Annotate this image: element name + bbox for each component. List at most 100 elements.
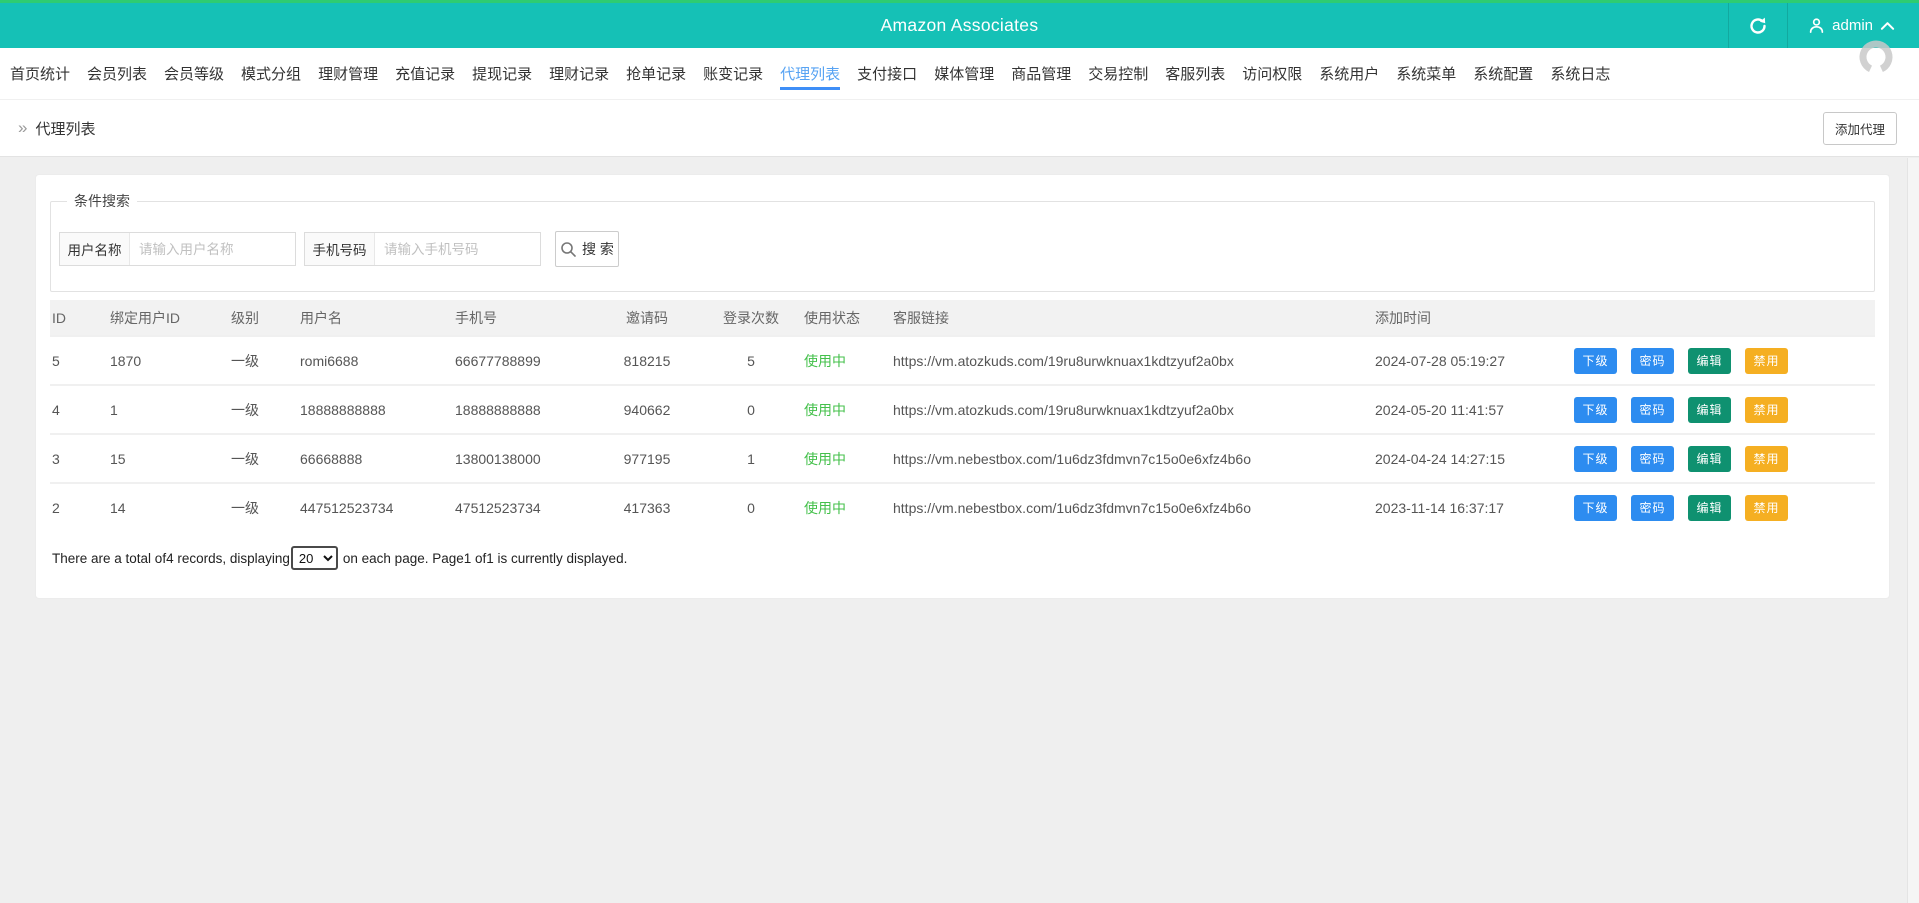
phone-input-group: 手机号码 bbox=[304, 232, 541, 266]
column-header-2: 绑定用户ID bbox=[110, 309, 180, 326]
cell-phone: 13800138000 bbox=[455, 450, 541, 467]
nav-item-7[interactable]: 提现记录 bbox=[472, 57, 532, 90]
nav-item-20[interactable]: 系统配置 bbox=[1473, 57, 1533, 90]
cell-actions: 下级 密码 编辑 禁用 bbox=[1558, 385, 1875, 434]
disable-button[interactable]: 禁用 bbox=[1745, 396, 1788, 423]
password-button[interactable]: 密码 bbox=[1631, 396, 1674, 423]
column-header-4: 用户名 bbox=[300, 309, 342, 326]
cell-bind-user-id: 14 bbox=[110, 500, 126, 516]
page-size-select[interactable]: 20 bbox=[290, 546, 338, 570]
cell-phone: 18888888888 bbox=[455, 401, 541, 418]
edit-button[interactable]: 编辑 bbox=[1688, 396, 1731, 423]
breadcrumb-icon: » bbox=[18, 118, 28, 137]
password-button[interactable]: 密码 bbox=[1631, 495, 1674, 521]
edit-button[interactable]: 编辑 bbox=[1688, 445, 1731, 472]
nav-item-6[interactable]: 充值记录 bbox=[395, 57, 455, 90]
search-button[interactable]: 搜 索 bbox=[555, 231, 619, 267]
nav-item-18[interactable]: 系统用户 bbox=[1319, 57, 1379, 90]
cell-invite-code: 417363 bbox=[623, 500, 671, 516]
disable-button[interactable]: 禁用 bbox=[1745, 347, 1788, 374]
phone-input[interactable] bbox=[375, 233, 540, 265]
nav-item-16[interactable]: 客服列表 bbox=[1165, 57, 1225, 90]
table-head: ID 绑定用户ID 级别 用户名 手机号 邀请码 登录次数 使用状态 客服链接 添加时间 bbox=[50, 300, 1875, 336]
cell-username: 66668888 bbox=[300, 450, 363, 467]
app-title: Amazon Associates bbox=[880, 15, 1039, 35]
cell-bind-user-id: 15 bbox=[110, 450, 126, 467]
cell-actions: 下级 密码 编辑 禁用 bbox=[1558, 336, 1875, 385]
refresh-button[interactable] bbox=[1729, 3, 1787, 48]
nav-item-3[interactable]: 会员等级 bbox=[164, 57, 224, 90]
nav-item-9[interactable]: 抢单记录 bbox=[626, 57, 686, 90]
username-input[interactable] bbox=[130, 233, 295, 265]
screen: Amazon Associates admin 首页统计 会员列表 会员等级 模… bbox=[0, 0, 1919, 903]
column-header-9: 客服链接 bbox=[893, 309, 949, 326]
cell-status: 使用中 bbox=[802, 336, 891, 385]
cell-status: 使用中 bbox=[802, 483, 891, 532]
search-icon bbox=[561, 241, 576, 257]
column-header-3: 级别 bbox=[231, 309, 259, 326]
nav-item-5[interactable]: 理财管理 bbox=[318, 57, 378, 90]
decorative-ring bbox=[1859, 40, 1893, 74]
main-nav: 首页统计 会员列表 会员等级 模式分组 理财管理 充值记录 提现记录 理财记录 抢单记录 账变记录… bbox=[0, 48, 1919, 100]
disable-button[interactable]: 禁用 bbox=[1745, 495, 1788, 521]
breadcrumb-row: » 代理列表 添加代理 bbox=[0, 100, 1919, 157]
nav-item-15[interactable]: 交易控制 bbox=[1088, 57, 1148, 90]
edit-button[interactable]: 编辑 bbox=[1688, 347, 1731, 374]
cell-level: 一级 bbox=[231, 450, 259, 467]
cell-invite-code: 818215 bbox=[623, 352, 671, 369]
username-label: 用户名称 bbox=[60, 233, 130, 265]
cell-bind-user-id: 1870 bbox=[110, 352, 142, 369]
nav-item-11[interactable]: 代理列表 bbox=[780, 57, 841, 90]
disable-button[interactable]: 禁用 bbox=[1745, 445, 1788, 472]
sublevel-button[interactable]: 下级 bbox=[1574, 495, 1617, 521]
table-row: 2 14 一级 447512523734 47512523734 417363 0 使用中 ht… bbox=[50, 483, 1875, 532]
edit-button[interactable]: 编辑 bbox=[1688, 495, 1731, 521]
cell-status: 使用中 bbox=[802, 434, 891, 483]
nav-item-13[interactable]: 媒体管理 bbox=[934, 57, 994, 90]
nav-item-8[interactable]: 理财记录 bbox=[549, 57, 609, 90]
cell-login-count: 5 bbox=[747, 352, 755, 369]
column-header-1: ID bbox=[52, 309, 66, 326]
sublevel-button[interactable]: 下级 bbox=[1574, 396, 1617, 423]
cell-level: 一级 bbox=[231, 500, 259, 516]
nav-item-19[interactable]: 系统菜单 bbox=[1396, 57, 1456, 90]
password-button[interactable]: 密码 bbox=[1631, 347, 1674, 374]
nav-item-1[interactable]: 首页统计 bbox=[10, 57, 70, 90]
password-button[interactable]: 密码 bbox=[1631, 445, 1674, 472]
pagination: There are a total of4 records, displayin… bbox=[50, 546, 1875, 570]
pagination-text-before: There are a total of4 records, displayin… bbox=[52, 550, 290, 566]
page-content: 条件搜索 用户名称 手机号码 搜 索 bbox=[0, 157, 1919, 599]
add-agent-button[interactable]: 添加代理 bbox=[1822, 111, 1897, 145]
column-header-5: 手机号 bbox=[455, 309, 497, 326]
cell-status: 使用中 bbox=[802, 385, 891, 434]
cell-service-link: https://vm.atozkuds.com/19ru8urwknuax1kd… bbox=[893, 352, 1234, 369]
table-row: 5 1870 一级 romi6688 66677788899 818215 5 使用中 http… bbox=[50, 336, 1875, 385]
column-header-10: 添加时间 bbox=[1375, 309, 1431, 326]
cell-created-at: 2023-11-14 16:37:17 bbox=[1375, 500, 1504, 516]
nav-item-14[interactable]: 商品管理 bbox=[1011, 57, 1071, 90]
cell-id: 2 bbox=[52, 500, 60, 516]
sublevel-button[interactable]: 下级 bbox=[1574, 445, 1617, 472]
nav-item-2[interactable]: 会员列表 bbox=[87, 57, 147, 90]
cell-username: 18888888888 bbox=[300, 401, 386, 418]
chevron-up-icon bbox=[1880, 21, 1895, 30]
table-body: 5 1870 一级 romi6688 66677788899 818215 5 使用中 http… bbox=[50, 336, 1875, 532]
agents-table: ID 绑定用户ID 级别 用户名 手机号 邀请码 登录次数 使用状态 客服链接 添加时间 5 187… bbox=[50, 300, 1875, 532]
nav-item-10[interactable]: 账变记录 bbox=[703, 57, 763, 90]
pagination-text-after: on each page. Page1 of1 is currently dis… bbox=[342, 550, 628, 566]
cell-login-count: 0 bbox=[747, 500, 755, 516]
nav-item-17[interactable]: 访问权限 bbox=[1242, 57, 1302, 90]
topbar: Amazon Associates admin bbox=[0, 0, 1919, 74]
nav-item-4[interactable]: 模式分组 bbox=[241, 57, 301, 90]
sublevel-button[interactable]: 下级 bbox=[1574, 347, 1617, 374]
admin-username: admin bbox=[1832, 17, 1873, 34]
phone-label: 手机号码 bbox=[305, 233, 375, 265]
cell-actions: 下级 密码 编辑 禁用 bbox=[1558, 483, 1875, 532]
nav-item-21[interactable]: 系统日志 bbox=[1550, 57, 1610, 90]
scrollbar-track[interactable] bbox=[1907, 158, 1919, 903]
cell-phone: 47512523734 bbox=[455, 500, 541, 516]
cell-login-count: 1 bbox=[747, 450, 755, 467]
nav-item-12[interactable]: 支付接口 bbox=[857, 57, 917, 90]
cell-service-link: https://vm.nebestbox.com/1u6dz3fdmvn7c15… bbox=[893, 500, 1251, 516]
cell-created-at: 2024-07-28 05:19:27 bbox=[1375, 352, 1505, 369]
